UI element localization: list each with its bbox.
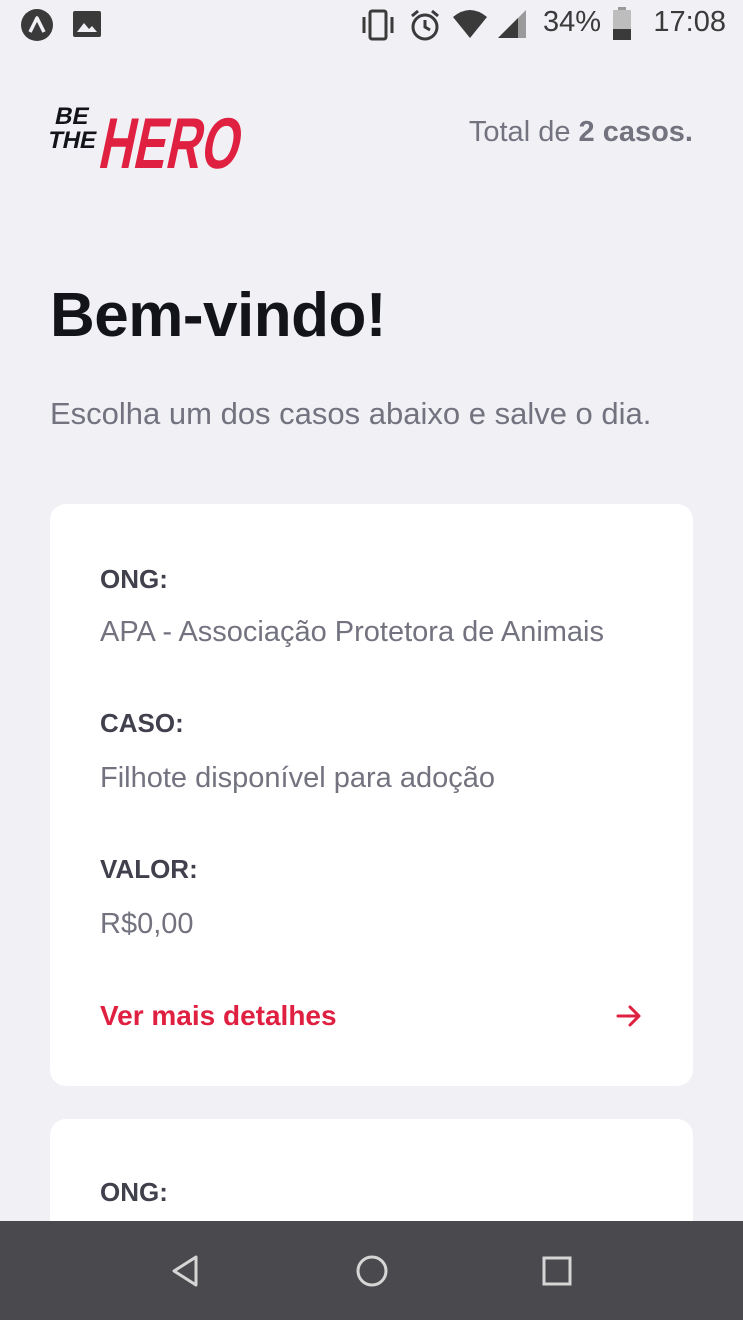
incident-card: ONG: APA - Associação Protetora de Anima…: [50, 504, 693, 1086]
total-count: 2 casos.: [578, 116, 693, 148]
page-description: Escolha um dos casos abaixo e salve o di…: [50, 396, 652, 431]
home-icon[interactable]: [352, 1251, 392, 1291]
status-bar: 34% 17:08: [0, 0, 743, 52]
arrow-right-icon: [615, 1002, 643, 1035]
case-label: CASO:: [100, 708, 184, 738]
cell-signal-icon: [496, 8, 528, 45]
svg-text:THE: THE: [48, 127, 99, 154]
battery-percent: 34%: [543, 6, 602, 38]
case-value: Filhote disponível para adoção: [100, 762, 495, 794]
details-label: Ver mais detalhes: [100, 1000, 337, 1031]
value-label: VALOR:: [100, 854, 198, 884]
alarm-icon: [408, 8, 442, 47]
vibrate-icon: [360, 8, 396, 47]
svg-text:BE: BE: [53, 103, 92, 130]
image-notification-icon: [72, 8, 102, 45]
svg-text:HERO: HERO: [93, 104, 248, 178]
be-the-hero-logo: BE THE HERO: [46, 86, 251, 184]
total-prefix: Total de: [468, 116, 579, 148]
ong-label: ONG:: [100, 1177, 168, 1207]
ong-label: ONG:: [100, 564, 168, 594]
details-button[interactable]: Ver mais detalhes: [100, 996, 643, 1040]
value-value: R$0,00: [100, 908, 194, 940]
page-title: Bem-vindo!: [50, 281, 387, 350]
battery-icon: [612, 7, 632, 46]
app-screen: 34% 17:08 BE THE HERO Total de 2 casos. …: [0, 0, 743, 1320]
back-icon[interactable]: [166, 1251, 206, 1291]
total-cases-text: Total de 2 casos.: [469, 116, 693, 149]
navigation-bar: [0, 1221, 743, 1320]
clock: 17:08: [653, 6, 726, 38]
ong-value: APA - Associação Protetora de Animais: [100, 616, 605, 648]
app-notification-icon: [20, 8, 54, 47]
wifi-icon: [452, 8, 488, 45]
recents-icon[interactable]: [537, 1251, 577, 1291]
